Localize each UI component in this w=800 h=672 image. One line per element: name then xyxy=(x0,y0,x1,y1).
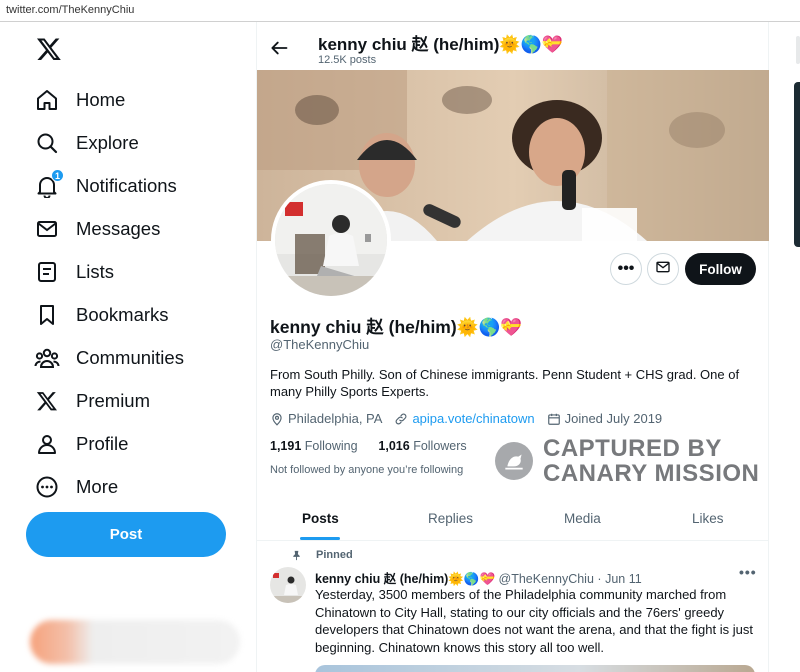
canary-mission-watermark: CAPTURED BY CANARY MISSION xyxy=(495,436,759,486)
watermark-line-1: CAPTURED BY xyxy=(543,435,722,462)
bell-icon: 1 xyxy=(34,169,64,199)
sidebar-item-lists[interactable]: Lists xyxy=(34,254,114,290)
profile-header-bar: kenny chiu 赵 (he/him)🌞🌎💝 12.5K posts xyxy=(257,22,770,70)
url-text: twitter.com/TheKennyChiu xyxy=(6,4,135,16)
profile-tabs: Posts Replies Media Likes xyxy=(257,499,770,541)
search-bar-edge[interactable] xyxy=(796,36,800,64)
sidebar-item-premium[interactable]: Premium xyxy=(34,383,150,419)
sidebar-item-label: Notifications xyxy=(76,175,177,196)
profile-bio: From South Philly. Son of Chinese immigr… xyxy=(270,367,740,399)
tweet-more-icon[interactable]: ••• xyxy=(739,564,757,580)
profile-column: kenny chiu 赵 (he/him)🌞🌎💝 12.5K posts •••… xyxy=(256,22,770,672)
search-icon xyxy=(34,130,60,156)
location-text: Philadelphia, PA xyxy=(288,411,383,426)
tab-replies[interactable]: Replies xyxy=(428,511,473,526)
following-label: Following xyxy=(304,439,358,453)
header-profile-name: kenny chiu 赵 (he/him)🌞🌎💝 xyxy=(318,35,563,54)
sidebar-nav: Home Explore 1 Notifications Messages Li… xyxy=(0,22,256,672)
sidebar-item-bookmarks[interactable]: Bookmarks xyxy=(34,297,169,333)
notification-badge: 1 xyxy=(51,169,64,182)
browser-url-bar[interactable]: twitter.com/TheKennyChiu xyxy=(0,0,800,22)
sidebar-item-label: Messages xyxy=(76,218,161,239)
sidebar-item-communities[interactable]: Communities xyxy=(34,340,184,376)
follow-button[interactable]: Follow xyxy=(685,253,756,285)
not-followed-notice: Not followed by anyone you’re following xyxy=(270,464,464,476)
message-button[interactable] xyxy=(647,253,679,285)
sidebar-item-label: Profile xyxy=(76,433,129,454)
pin-icon xyxy=(293,550,300,560)
people-icon xyxy=(34,345,60,371)
sidebar-item-label: Bookmarks xyxy=(76,304,169,325)
joined-text: Joined July 2019 xyxy=(564,411,663,426)
calendar-icon xyxy=(547,413,560,425)
envelope-icon xyxy=(34,216,60,242)
profile-handle: @TheKennyChiu xyxy=(270,337,370,352)
tweet-author-handle[interactable]: @TheKennyChiu xyxy=(499,572,594,586)
sidebar-item-label: Lists xyxy=(76,261,115,282)
followers-count: 1,016 xyxy=(378,439,410,453)
follow-counts: 1,191 Following 1,016 Followers xyxy=(270,439,467,453)
x-logo-icon xyxy=(34,388,60,414)
followers-link[interactable]: 1,016 Followers xyxy=(378,439,466,453)
sidebar-item-more[interactable]: More xyxy=(34,469,118,505)
followers-label: Followers xyxy=(413,439,467,453)
bookmark-icon xyxy=(34,302,60,328)
profile-joined: Joined July 2019 xyxy=(547,411,663,426)
x-logo-icon[interactable] xyxy=(36,36,62,62)
post-button[interactable]: Post xyxy=(26,512,226,557)
tweet-avatar[interactable] xyxy=(270,567,306,603)
sidebar-item-notifications[interactable]: 1 Notifications xyxy=(34,168,177,204)
tab-likes[interactable]: Likes xyxy=(692,511,724,526)
trending-card-edge[interactable] xyxy=(794,82,800,247)
following-count: 1,191 xyxy=(270,439,302,453)
link-icon xyxy=(396,413,407,424)
more-options-button[interactable]: ••• xyxy=(610,253,642,285)
more-circle-icon xyxy=(34,474,60,500)
tweet-separator: · xyxy=(597,572,602,586)
tweet-header: kenny chiu 赵 (he/him)🌞🌎💝 @TheKennyChiu ·… xyxy=(315,568,642,587)
watermark-text: CAPTURED BY CANARY MISSION xyxy=(543,436,759,486)
pinned-text: Pinned xyxy=(316,549,353,561)
profile-meta: Philadelphia, PA apipa.vote/chinatown Jo… xyxy=(270,411,674,426)
sidebar-item-label: More xyxy=(76,476,119,497)
more-horizontal-icon: ••• xyxy=(617,260,635,277)
sidebar-item-messages[interactable]: Messages xyxy=(34,211,160,247)
profile-avatar[interactable] xyxy=(271,180,391,300)
home-icon xyxy=(34,87,60,113)
envelope-icon xyxy=(655,259,671,280)
profile-display-name: kenny chiu 赵 (he/him)🌞🌎💝 xyxy=(270,317,523,337)
sidebar-item-profile[interactable]: Profile xyxy=(34,426,128,462)
profile-website[interactable]: apipa.vote/chinatown xyxy=(394,411,535,426)
tab-posts[interactable]: Posts xyxy=(302,511,339,526)
pinned-label: Pinned xyxy=(291,549,353,561)
pinned-tweet[interactable]: Pinned kenny chiu 赵 (he/him)🌞🌎💝 @TheKenn… xyxy=(257,542,770,672)
tab-media[interactable]: Media xyxy=(564,511,601,526)
sidebar-item-label: Premium xyxy=(76,390,151,411)
back-arrow-icon[interactable] xyxy=(269,38,289,58)
tweet-media-preview[interactable] xyxy=(315,665,755,672)
account-switcher[interactable] xyxy=(30,620,240,664)
website-link[interactable]: apipa.vote/chinatown xyxy=(412,411,534,426)
right-panel-edge xyxy=(769,22,800,672)
person-icon xyxy=(34,431,60,457)
sidebar-item-home[interactable]: Home xyxy=(34,82,125,118)
tweet-text: Yesterday, 3500 members of the Philadelp… xyxy=(315,587,753,655)
tweet-date[interactable]: Jun 11 xyxy=(605,572,642,586)
location-pin-icon xyxy=(272,412,282,426)
list-icon xyxy=(34,259,60,285)
active-tab-indicator xyxy=(300,537,340,540)
sidebar-item-label: Home xyxy=(76,89,126,110)
profile-location: Philadelphia, PA xyxy=(270,411,382,426)
sidebar-item-label: Communities xyxy=(76,347,184,368)
watermark-line-2: CANARY MISSION xyxy=(543,460,760,487)
header-post-count: 12.5K posts xyxy=(318,54,377,66)
sidebar-item-label: Explore xyxy=(76,132,139,153)
following-link[interactable]: 1,191 Following xyxy=(270,439,358,453)
canary-logo-icon xyxy=(495,442,533,480)
tweet-author-name[interactable]: kenny chiu 赵 (he/him)🌞🌎💝 xyxy=(315,572,495,586)
sidebar-item-explore[interactable]: Explore xyxy=(34,125,139,161)
